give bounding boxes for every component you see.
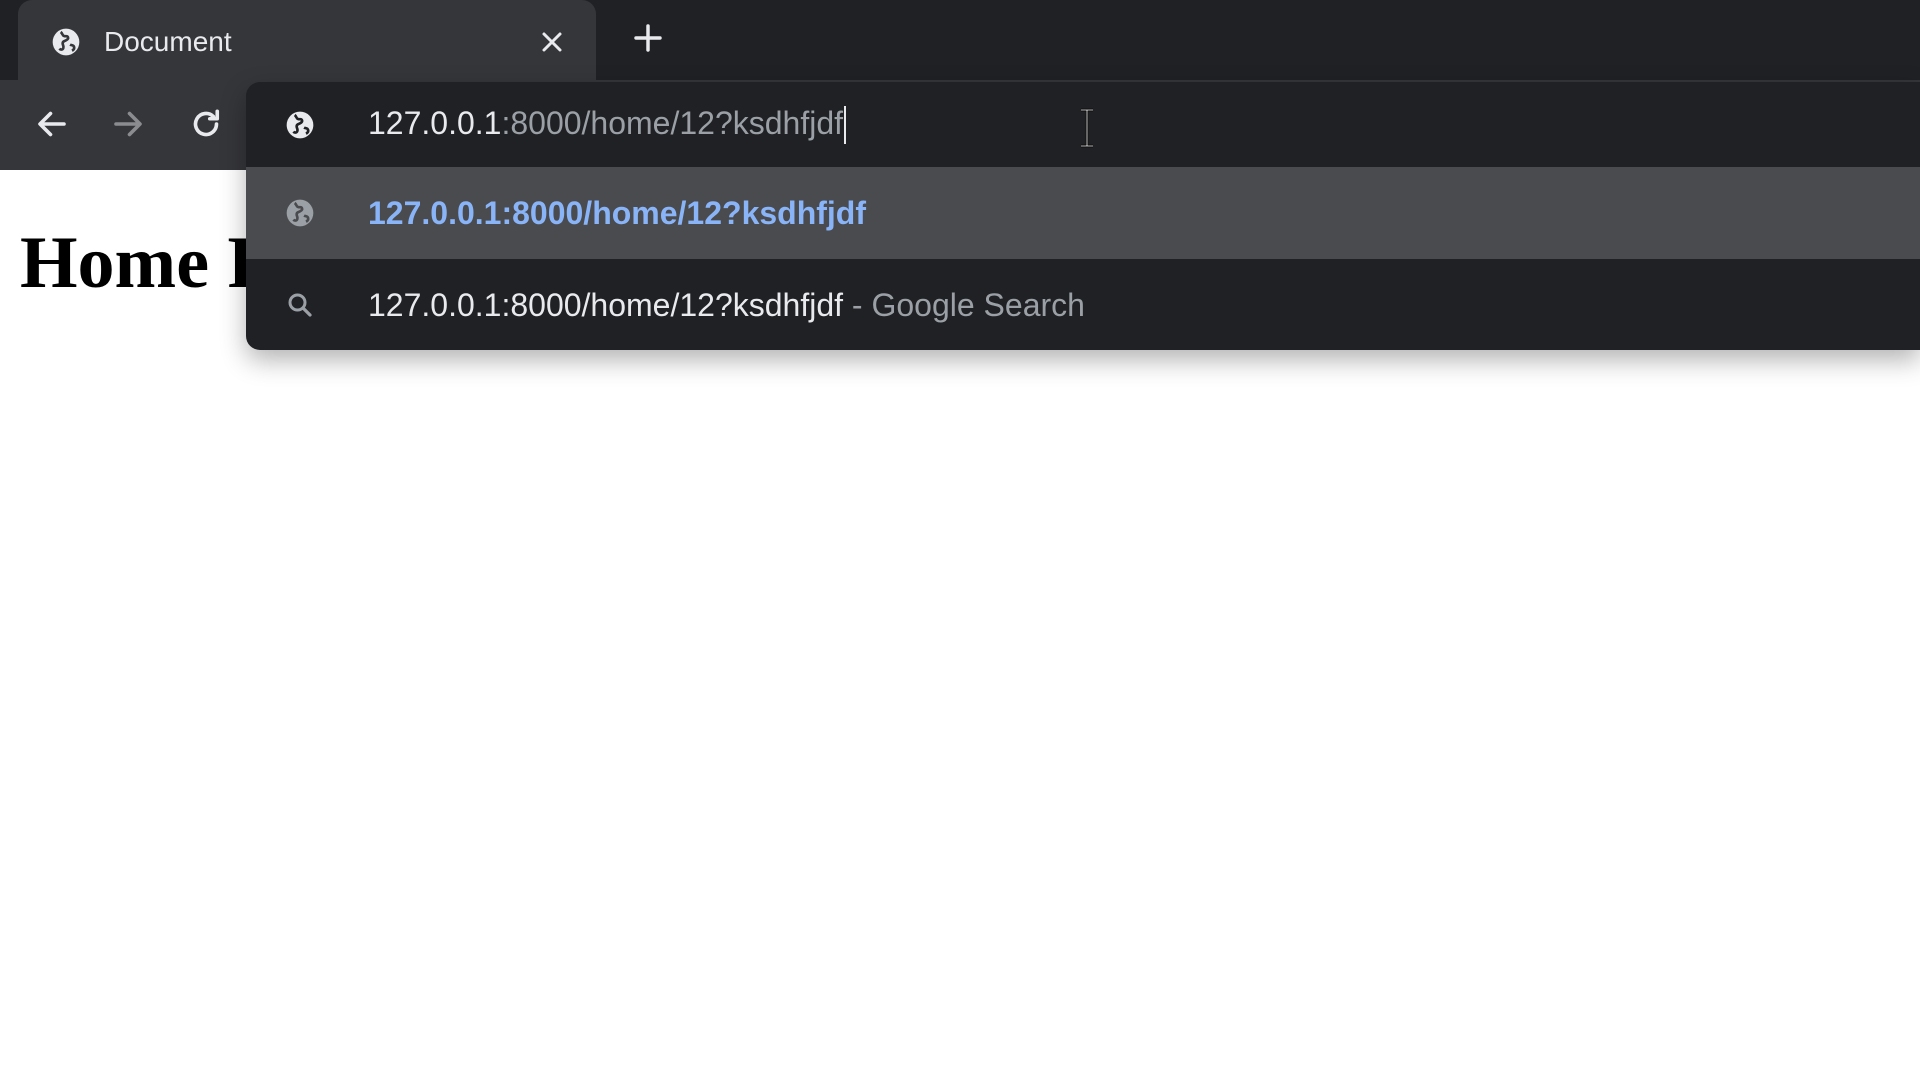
- suggestion-url-text: 127.0.0.1:8000/home/12?ksdhfjdf: [368, 194, 866, 231]
- globe-icon: [282, 195, 318, 231]
- arrow-right-icon[interactable]: [106, 102, 150, 146]
- suggestion-url[interactable]: 127.0.0.1:8000/home/12?ksdhfjdf: [246, 167, 1920, 259]
- tab-document[interactable]: Document: [18, 0, 596, 84]
- text-caret: [844, 106, 847, 145]
- globe-icon: [48, 24, 84, 60]
- suggestion-search-query: 127.0.0.1:8000/home/12?ksdhfjdf: [368, 286, 844, 323]
- suggestion-search-text: 127.0.0.1:8000/home/12?ksdhfjdf - Google…: [368, 287, 1085, 324]
- tab-strip: Document: [0, 0, 1920, 84]
- address-typed-text: 127.0.0.1: [368, 104, 502, 141]
- text-cursor-icon: [1081, 108, 1093, 148]
- search-icon: [282, 287, 318, 323]
- globe-icon: [282, 107, 318, 143]
- reload-icon[interactable]: [184, 102, 228, 146]
- suggestion-search-provider: - Google Search: [843, 286, 1085, 323]
- arrow-left-icon[interactable]: [30, 102, 74, 146]
- plus-icon[interactable]: [628, 18, 668, 58]
- address-autocomplete-suffix: :8000/home/12?ksdhfjdf: [501, 104, 844, 141]
- tab-title: Document: [104, 26, 232, 57]
- suggestion-search[interactable]: 127.0.0.1:8000/home/12?ksdhfjdf - Google…: [246, 259, 1920, 350]
- address-input[interactable]: 127.0.0.1:8000/home/12?ksdhfjdf: [368, 104, 847, 145]
- close-icon[interactable]: [532, 22, 572, 62]
